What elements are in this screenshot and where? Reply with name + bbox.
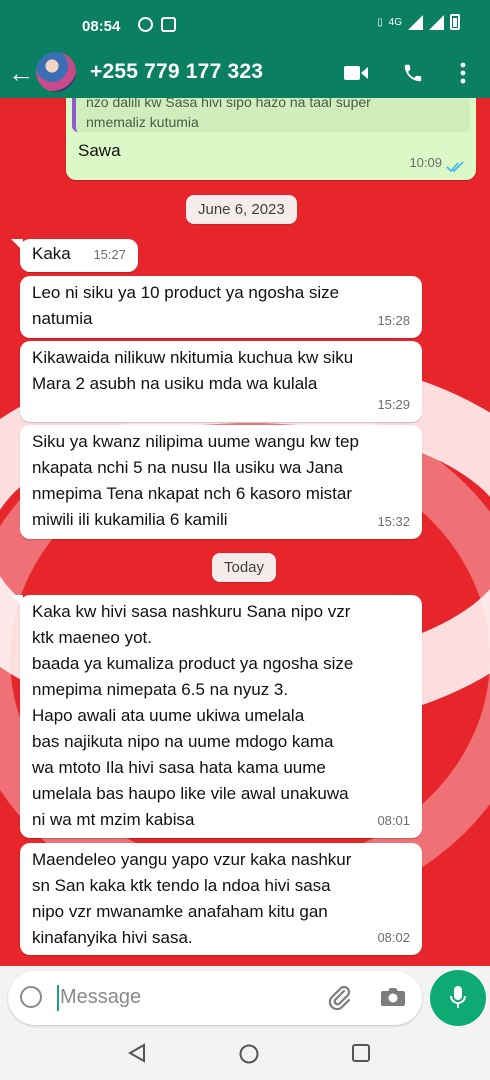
camera-icon[interactable] bbox=[380, 986, 406, 1013]
mic-icon bbox=[450, 986, 466, 1008]
incoming-message[interactable]: Kikawaida nilikuw nkitumia kuchua kw sik… bbox=[20, 341, 422, 422]
incoming-message[interactable]: Kaka 15:27 bbox=[11, 239, 138, 272]
network-label: 4G bbox=[388, 16, 402, 28]
message-text: Kaka kw hivi sasa nashkuru Sana nipo vzr… bbox=[32, 602, 354, 829]
message-text: Leo ni siku ya 10 product ya ngosha size… bbox=[32, 283, 340, 328]
read-ticks-icon bbox=[446, 161, 464, 172]
message-text: Maendeleo yangu yapo vzur kaka nashkur s… bbox=[32, 850, 352, 947]
outgoing-message[interactable]: nzo dalili kw Sasa hivi sipo hazo na taa… bbox=[66, 98, 476, 180]
incoming-message[interactable]: Kaka kw hivi sasa nashkuru Sana nipo vzr… bbox=[11, 595, 422, 838]
message-text: Kikawaida nilikuw nkitumia kuchua kw sik… bbox=[32, 348, 354, 393]
incoming-message[interactable]: Leo ni siku ya 10 product ya ngosha size… bbox=[20, 276, 422, 338]
contact-name[interactable]: +255 779 177 323 bbox=[90, 60, 263, 84]
message-text: Sawa bbox=[78, 141, 121, 160]
message-input[interactable]: Message bbox=[8, 971, 422, 1025]
emoji-icon[interactable] bbox=[20, 986, 42, 1008]
instagram-icon bbox=[161, 17, 176, 32]
message-time: 08:02 bbox=[377, 930, 410, 945]
signal-icon-2 bbox=[429, 14, 444, 30]
video-call-icon[interactable] bbox=[343, 60, 369, 86]
nav-home-icon[interactable] bbox=[238, 1043, 260, 1070]
message-time: 15:28 bbox=[377, 313, 410, 328]
vibrate-icon: ▯ bbox=[377, 16, 383, 28]
back-arrow-icon[interactable]: ← bbox=[8, 60, 34, 86]
signal-icon bbox=[408, 14, 423, 30]
message-time: 15:32 bbox=[377, 514, 410, 529]
status-bar: 08:54 ▯ 4G bbox=[0, 0, 490, 52]
date-chip: June 6, 2023 bbox=[186, 195, 297, 224]
hotspot-icon bbox=[138, 17, 153, 32]
message-text: Siku ya kwanz nilipima uume wangu kw tep… bbox=[32, 432, 359, 529]
attach-icon[interactable] bbox=[328, 985, 352, 1016]
incoming-message[interactable]: Siku ya kwanz nilipima uume wangu kw tep… bbox=[20, 425, 422, 539]
chat-header: ← +255 779 177 323 bbox=[0, 52, 490, 98]
composer-bar: Message bbox=[0, 966, 490, 1030]
system-nav-bar bbox=[0, 1030, 490, 1080]
status-time: 08:54 bbox=[82, 18, 121, 35]
incoming-message[interactable]: Maendeleo yangu yapo vzur kaka nashkur s… bbox=[20, 843, 422, 955]
more-vert-icon[interactable] bbox=[450, 60, 476, 86]
text-cursor bbox=[57, 985, 59, 1011]
message-placeholder[interactable]: Message bbox=[60, 986, 141, 1009]
message-time: 15:27 bbox=[93, 247, 126, 262]
chat-area[interactable]: nzo dalili kw Sasa hivi sipo hazo na taa… bbox=[0, 98, 490, 966]
message-time: 10:09 bbox=[409, 155, 442, 170]
date-chip: Today bbox=[212, 553, 277, 582]
message-time: 08:01 bbox=[377, 813, 410, 828]
phone-call-icon[interactable] bbox=[400, 60, 426, 86]
message-time: 15:29 bbox=[377, 397, 410, 412]
avatar[interactable] bbox=[36, 52, 76, 92]
quoted-message[interactable]: nzo dalili kw Sasa hivi sipo hazo na taa… bbox=[72, 98, 470, 132]
mic-button[interactable] bbox=[430, 970, 486, 1026]
battery-icon bbox=[450, 14, 460, 30]
nav-recents-icon[interactable] bbox=[351, 1043, 371, 1068]
nav-back-icon[interactable] bbox=[127, 1043, 146, 1068]
